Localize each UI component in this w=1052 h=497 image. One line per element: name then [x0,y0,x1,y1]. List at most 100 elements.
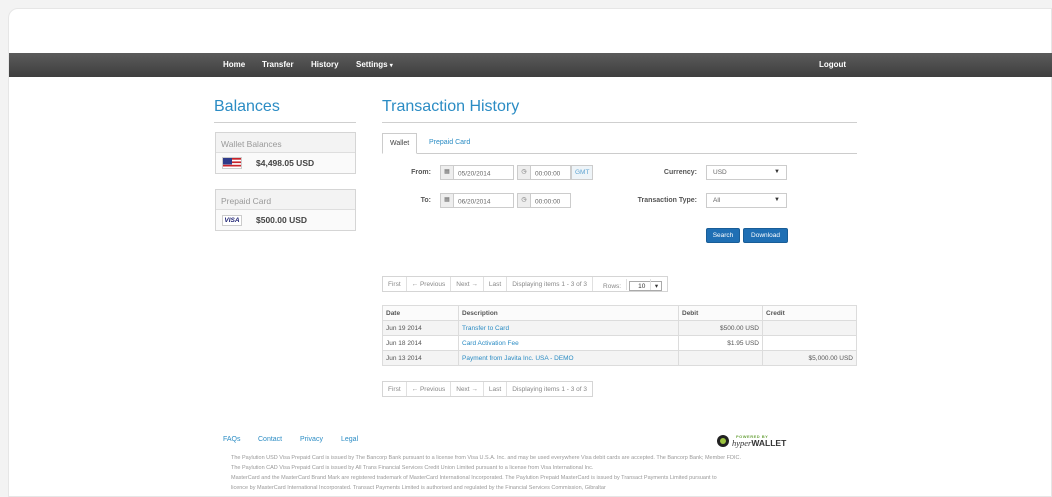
table-row: Jun 13 2014 Payment from Javita Inc. USA… [382,350,857,366]
to-time-value: 00:00:00 [535,198,561,206]
clock-icon: ◷ [518,166,531,179]
footer-link-contact[interactable]: Contact [258,436,282,443]
footer-link-legal[interactable]: Legal [341,436,358,443]
pager-next[interactable]: Next → [451,382,484,396]
pager-first[interactable]: First [383,382,407,396]
from-date-input[interactable]: ▦ 05/20/2014 [440,165,514,180]
footer-link-privacy[interactable]: Privacy [300,436,323,443]
wallet-balance-amount: $4,498.05 USD [256,158,315,168]
pager-previous[interactable]: ← Previous [407,382,452,396]
top-navbar: Home Transfer History Settings ▾ Logout [9,53,1052,77]
table-row: Jun 19 2014 Transfer to Card $500.00 USD [382,320,857,336]
cell-credit [762,320,857,336]
nav-logout[interactable]: Logout [819,60,846,69]
caret-down-icon: ▾ [389,63,393,69]
nav-home[interactable]: Home [223,60,245,69]
timezone-badge: GMT [571,165,594,180]
from-time-input[interactable]: ◷ 00:00:00 [517,165,571,180]
rows-select[interactable]: 10 ▾ [629,279,663,291]
brand-bold: WALLET [751,438,787,448]
hyperwallet-wordmark: hyperWALLET [732,438,786,448]
tab-wallet[interactable]: Wallet [382,133,418,154]
column-header-description[interactable]: Description [458,305,679,321]
pager-top: First ← Previous Next → Last Displaying … [382,276,669,292]
calendar-icon: ▦ [441,166,454,179]
table-row: Jun 18 2014 Card Activation Fee $1.95 US… [382,335,857,351]
disclaimer-line: licence by MasterCard International Inco… [231,485,606,491]
to-time-input[interactable]: ◷ 00:00:00 [517,193,571,208]
disclaimer-line: The Paylution USD Visa Prepaid Card is i… [231,455,742,461]
cell-date: Jun 13 2014 [382,350,459,366]
history-divider [382,122,857,123]
balances-title: Balances [214,98,280,115]
pager-info: Displaying items 1 - 3 of 3 [512,386,588,393]
tab-prepaid-card[interactable]: Prepaid Card [422,133,477,154]
nav-settings[interactable]: Settings ▾ [356,60,393,69]
cell-debit: $1.95 USD [678,335,763,351]
cell-debit [678,350,763,366]
to-label: To: [420,197,431,204]
pager-next[interactable]: Next → [451,277,484,291]
cell-date: Jun 18 2014 [382,335,459,351]
wallet-balance-row: $4,498.05 USD [216,153,355,173]
wallet-balances-box: Wallet Balances $4,498.05 USD [215,132,356,174]
cell-debit: $500.00 USD [678,320,763,336]
prepaid-balance-amount: $500.00 USD [256,215,308,225]
balances-divider [214,122,356,123]
cell-credit [762,335,857,351]
from-date-value: 05/20/2014 [458,170,491,178]
cell-date: Jun 19 2014 [382,320,459,336]
currency-select[interactable]: USD ▼ [706,165,787,180]
download-button[interactable]: Download [743,228,788,243]
wallet-balances-header: Wallet Balances [216,133,355,153]
history-tabs: Wallet Prepaid Card [382,133,857,154]
calendar-icon: ▦ [441,194,454,207]
prepaid-card-header: Prepaid Card [216,190,355,210]
rows-value: 10 [633,279,652,290]
brand-italic: hyper [732,438,752,448]
clock-icon: ◷ [518,194,531,207]
dropdown-arrow-icon: ▼ [774,169,780,175]
transaction-type-label: Transaction Type: [637,197,697,204]
cell-description-link[interactable]: Card Activation Fee [458,335,679,351]
transaction-type-value: All [713,197,721,204]
search-button[interactable]: Search [706,228,740,243]
transaction-type-select[interactable]: All ▼ [706,193,787,208]
cell-description-link[interactable]: Transfer to Card [458,320,679,336]
pager-previous[interactable]: ← Previous [407,277,452,291]
hyperwallet-logo-icon [717,435,729,447]
pager-last[interactable]: Last [484,277,508,291]
disclaimer-line: The Paylution CAD Visa Prepaid Card is i… [231,465,594,471]
pager-first[interactable]: First [383,277,407,291]
page-card: Home Transfer History Settings ▾ Logout … [8,8,1052,497]
to-date-input[interactable]: ▦ 06/20/2014 [440,193,514,208]
currency-label: Currency: [663,169,697,176]
rows-label: Rows: [598,279,628,290]
transactions-table: Date Description Debit Credit Jun 19 201… [382,305,857,366]
column-header-credit[interactable]: Credit [762,305,857,321]
us-flag-icon [222,157,242,169]
cell-credit: $5,000.00 USD [762,350,857,366]
from-label: From: [411,169,431,176]
disclaimer-line: MasterCard and the MasterCard Brand Mark… [231,475,717,481]
prepaid-balance-row: VISA $500.00 USD [216,210,355,230]
nav-transfer[interactable]: Transfer [262,60,294,69]
column-header-date[interactable]: Date [382,305,459,321]
pager-info: Displaying items 1 - 3 of 3 [507,277,594,291]
footer-link-faqs[interactable]: FAQs [223,436,241,443]
dropdown-arrow-icon: ▼ [774,197,780,203]
nav-settings-label: Settings [356,60,388,69]
rows-per-page: Rows: 10 ▾ [593,277,667,291]
visa-icon: VISA [222,215,242,226]
cell-description-link[interactable]: Payment from Javita Inc. USA - DEMO [458,350,679,366]
to-date-value: 06/20/2014 [458,198,491,206]
pager-last[interactable]: Last [484,382,508,396]
currency-value: USD [713,169,727,176]
powered-by-hyperwallet-logo: POWERED BY hyperWALLET [717,434,786,448]
table-header-row: Date Description Debit Credit [382,305,857,321]
nav-history[interactable]: History [311,60,339,69]
transaction-history-title: Transaction History [382,98,520,115]
prepaid-card-box: Prepaid Card VISA $500.00 USD [215,189,356,231]
footer-disclaimer: The Paylution USD Visa Prepaid Card is i… [231,453,863,493]
column-header-debit[interactable]: Debit [678,305,763,321]
